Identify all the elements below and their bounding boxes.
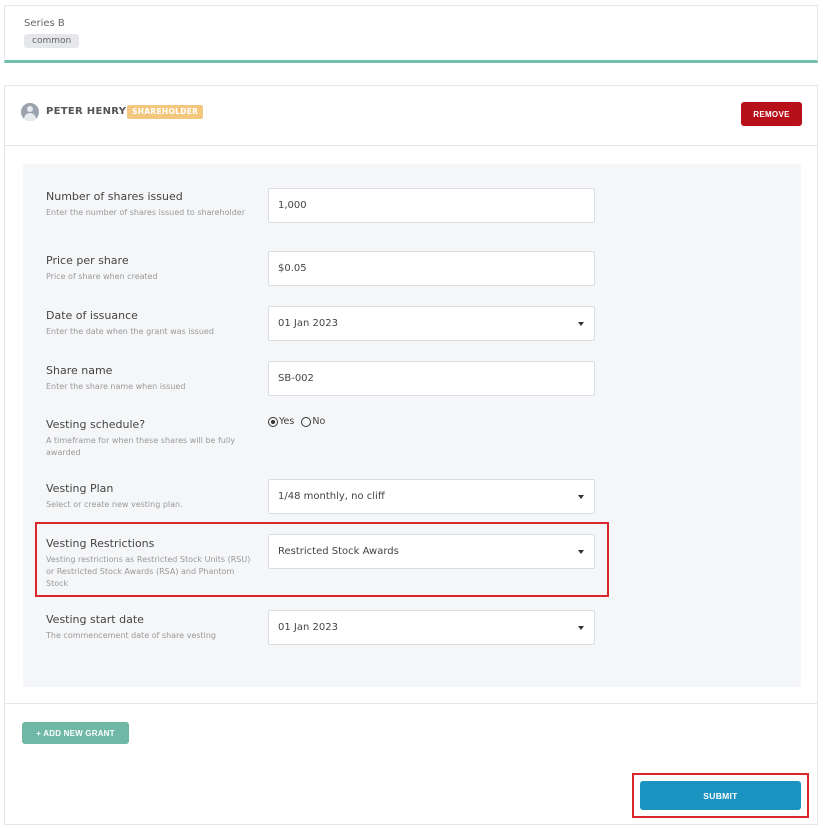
chevron-down-icon: [578, 550, 584, 554]
price-label: Price per share: [46, 254, 129, 267]
grant-form: Number of shares issued Enter the number…: [23, 164, 801, 687]
chevron-down-icon: [578, 626, 584, 630]
share-name-input[interactable]: SB-002: [268, 361, 595, 396]
vesting-start-value: 01 Jan 2023: [278, 622, 338, 633]
price-help: Price of share when created: [46, 272, 158, 281]
shareholder-card: PETER HENRY SHAREHOLDER REMOVE Number of…: [4, 85, 818, 825]
vesting-plan-label: Vesting Plan: [46, 482, 114, 495]
share-class-chip: common: [24, 34, 80, 48]
issue-date-select[interactable]: 01 Jan 2023: [268, 306, 595, 341]
shares-help: Enter the number of shares issued to sha…: [46, 208, 245, 217]
vesting-plan-select[interactable]: 1/48 monthly, no cliff: [268, 479, 595, 514]
vesting-no-radio[interactable]: No: [301, 416, 329, 427]
vesting-start-help: The commencement date of share vesting: [46, 631, 216, 640]
vesting-restrictions-help: Vesting restrictions as Restricted Stock…: [46, 555, 251, 588]
vesting-schedule-radio-group: Yes No: [268, 416, 329, 427]
user-avatar-icon: [21, 103, 39, 121]
radio-checked-icon: [268, 416, 278, 427]
share-name-label: Share name: [46, 364, 113, 377]
vesting-restrictions-value: Restricted Stock Awards: [278, 546, 399, 557]
series-title: Series B: [24, 18, 65, 29]
vesting-schedule-label: Vesting schedule?: [46, 418, 146, 431]
vesting-yes-label: Yes: [279, 416, 295, 427]
vesting-yes-radio[interactable]: Yes: [268, 416, 298, 427]
shareholder-name: PETER HENRY: [46, 106, 127, 117]
price-input[interactable]: $0.05: [268, 251, 595, 286]
vesting-no-label: No: [312, 416, 326, 427]
issue-date-label: Date of issuance: [46, 309, 138, 322]
series-card: Series B common: [4, 5, 818, 63]
share-name-help: Enter the share name when issued: [46, 382, 186, 391]
issue-date-help: Enter the date when the grant was issued: [46, 327, 214, 336]
shareholder-header: PETER HENRY SHAREHOLDER REMOVE: [5, 86, 817, 146]
remove-button[interactable]: REMOVE: [741, 102, 802, 126]
vesting-start-select[interactable]: 01 Jan 2023: [268, 610, 595, 645]
submit-highlight: SUBMIT: [632, 773, 809, 818]
shares-input[interactable]: 1,000: [268, 188, 595, 223]
issue-date-value: 01 Jan 2023: [278, 318, 338, 329]
add-new-grant-button[interactable]: + ADD NEW GRANT: [22, 722, 129, 744]
shares-label: Number of shares issued: [46, 190, 183, 203]
vesting-plan-help: Select or create new vesting plan.: [46, 500, 183, 509]
chevron-down-icon: [578, 322, 584, 326]
divider: [5, 703, 817, 704]
vesting-restrictions-select[interactable]: Restricted Stock Awards: [268, 534, 595, 569]
chevron-down-icon: [578, 495, 584, 499]
submit-button[interactable]: SUBMIT: [640, 781, 801, 810]
vesting-start-label: Vesting start date: [46, 613, 144, 626]
vesting-plan-value: 1/48 monthly, no cliff: [278, 491, 385, 502]
vesting-restrictions-label: Vesting Restrictions: [46, 537, 155, 550]
radio-unchecked-icon: [301, 416, 312, 427]
shareholder-role-badge: SHAREHOLDER: [127, 105, 204, 119]
vesting-schedule-help: A timeframe for when these shares will b…: [46, 436, 236, 457]
